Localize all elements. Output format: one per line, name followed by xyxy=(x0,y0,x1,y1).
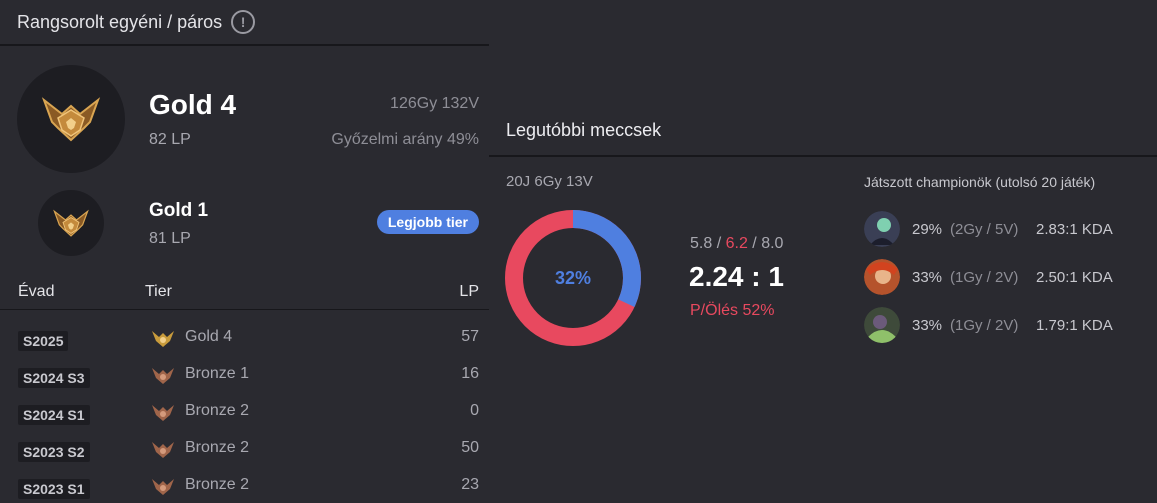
tier-name: Bronze 2 xyxy=(185,476,250,493)
tier-column-header: Tier xyxy=(145,283,172,300)
kills-value: 5.8 xyxy=(690,235,713,252)
champion-kda: 1.79:1 KDA xyxy=(1036,317,1113,334)
season-table: S2025 Gold 4 57 S2024 S3 Bronze 1 16 S20… xyxy=(0,320,489,503)
divider xyxy=(489,155,1157,157)
kda-average: 5.8 / 6.2 / 8.0 xyxy=(690,235,783,253)
champion-wl: (1Gy / 2V) xyxy=(950,269,1019,286)
table-row: S2024 S3 Bronze 1 16 xyxy=(0,357,489,394)
bronze-tier-icon xyxy=(151,402,175,427)
tier-name: Gold 4 xyxy=(185,328,233,345)
tier-name: Bronze 1 xyxy=(185,365,250,382)
best-tier-badge: Legjobb tier xyxy=(376,210,479,234)
season-tag: S2023 S2 xyxy=(18,442,90,462)
tier-lp: 23 xyxy=(461,476,479,493)
champions-title: Játszott championök (utolsó 20 játék) xyxy=(864,174,1096,190)
list-item[interactable]: 33% (1Gy / 2V) 1.79:1 KDA xyxy=(864,307,1144,355)
list-item[interactable]: 29% (2Gy / 5V) 2.83:1 KDA xyxy=(864,211,1144,259)
lp-column-header: LP xyxy=(459,283,479,300)
gold-tier-icon xyxy=(151,328,175,353)
season-tag: S2023 S1 xyxy=(18,479,90,499)
games-summary: 20J 6Gy 13V xyxy=(506,173,593,190)
current-winrate: Győzelmi arány 49% xyxy=(331,131,479,148)
champion-kda: 2.50:1 KDA xyxy=(1036,269,1113,286)
table-row: S2024 S1 Bronze 2 0 xyxy=(0,394,489,431)
current-rank: Gold 4 82 LP 126Gy 132V Győzelmi arány 4… xyxy=(17,65,479,173)
tier-lp: 50 xyxy=(461,439,479,456)
current-rank-name: Gold 4 xyxy=(149,89,237,120)
bronze-tier-icon xyxy=(151,476,175,501)
recent-matches-panel: Legutóbbi meccsek 20J 6Gy 13V 32% 5.8 / … xyxy=(489,105,1157,503)
right-empty-area xyxy=(489,0,1157,105)
winrate-label: 32% xyxy=(554,267,592,288)
kill-participation: P/Ölés 52% xyxy=(690,302,775,319)
ranked-title: Rangsorolt egyéni / páros xyxy=(17,11,223,32)
recent-matches-title: Legutóbbi meccsek xyxy=(506,120,662,140)
bronze-tier-icon xyxy=(151,439,175,464)
champion-pct: 33% xyxy=(912,317,943,334)
list-item[interactable]: 33% (1Gy / 2V) 2.50:1 KDA xyxy=(864,259,1144,307)
tier-name: Bronze 2 xyxy=(185,402,250,419)
best-rank: Gold 1 81 LP Legjobb tier xyxy=(38,190,479,256)
best-rank-name: Gold 1 xyxy=(149,200,209,221)
table-row: S2023 S2 Bronze 2 50 xyxy=(0,431,489,468)
gold-emblem-icon xyxy=(17,65,125,173)
champion-wl: (1Gy / 2V) xyxy=(950,317,1019,334)
champion-pct: 29% xyxy=(912,221,943,238)
gold-emblem-small-icon xyxy=(38,190,104,256)
assists-value: 8.0 xyxy=(761,235,784,252)
champion-avatar-icon[interactable] xyxy=(864,211,900,247)
season-tag: S2024 S3 xyxy=(18,368,90,388)
best-rank-lp: 81 LP xyxy=(149,230,191,247)
tier-name: Bronze 2 xyxy=(185,439,250,456)
ranked-header: Rangsorolt egyéni / páros ! xyxy=(0,0,489,46)
kda-separator: / xyxy=(712,235,726,252)
current-win-loss: 126Gy 132V xyxy=(390,95,479,112)
tier-lp: 16 xyxy=(461,365,479,382)
champion-kda: 2.83:1 KDA xyxy=(1036,221,1113,238)
season-tag: S2024 S1 xyxy=(18,405,90,425)
kda-ratio: 2.24 : 1 xyxy=(689,261,784,292)
season-tag: S2025 xyxy=(18,331,69,351)
champion-pct: 33% xyxy=(912,269,943,286)
champion-avatar-icon[interactable] xyxy=(864,307,900,343)
ranked-panel: Rangsorolt egyéni / páros ! Gold 4 82 LP… xyxy=(0,0,489,503)
season-table-header: Évad Tier LP xyxy=(0,282,489,310)
champion-list: 29% (2Gy / 5V) 2.83:1 KDA 33% (1Gy / 2V)… xyxy=(864,211,1144,355)
table-row: S2025 Gold 4 57 xyxy=(0,320,489,357)
bronze-tier-icon xyxy=(151,365,175,390)
season-column-header: Évad xyxy=(18,283,55,300)
deaths-value: 6.2 xyxy=(725,235,748,252)
kda-separator: / xyxy=(747,235,762,252)
table-row: S2023 S1 Bronze 2 23 xyxy=(0,468,489,503)
tier-lp: 0 xyxy=(470,402,479,419)
tier-lp: 57 xyxy=(461,328,479,345)
champion-wl: (2Gy / 5V) xyxy=(950,221,1019,238)
current-rank-lp: 82 LP xyxy=(149,131,191,148)
champion-avatar-icon[interactable] xyxy=(864,259,900,295)
info-icon[interactable]: ! xyxy=(231,10,256,34)
